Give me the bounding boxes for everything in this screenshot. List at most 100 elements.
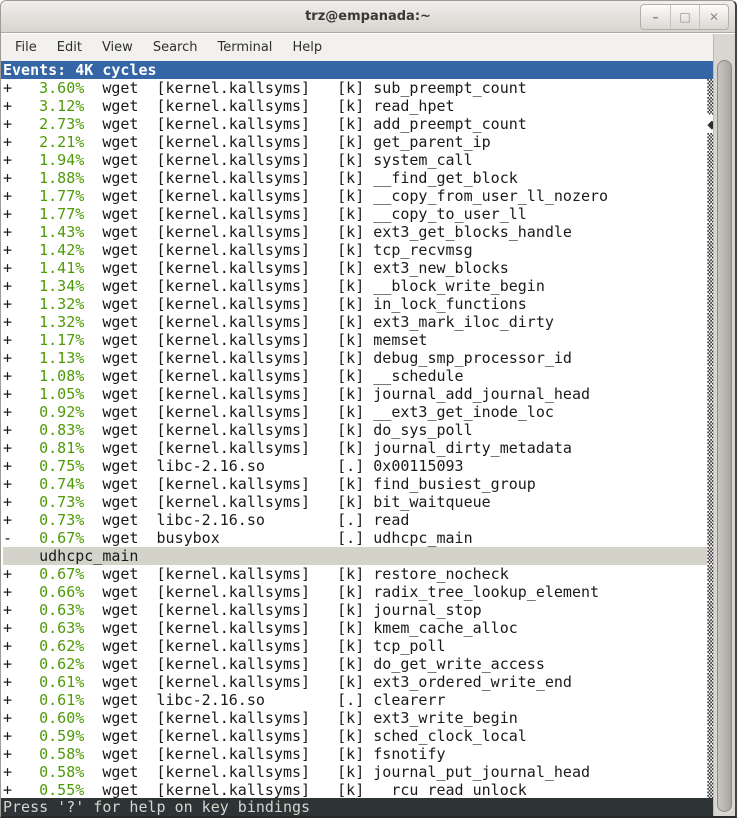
- table-row[interactable]: + 1.42% wget [kernel.kallsyms] [k] tcp_r…: [1, 241, 713, 259]
- table-row[interactable]: + 0.67% wget [kernel.kallsyms] [k] resto…: [1, 565, 713, 583]
- scrollbar-track[interactable]: [713, 34, 735, 816]
- table-row[interactable]: + 0.61% wget [kernel.kallsyms] [k] ext3_…: [1, 673, 713, 691]
- menu-item-view[interactable]: View: [92, 34, 143, 61]
- overhead-percent: 0.67%: [12, 529, 84, 547]
- table-row[interactable]: + 0.83% wget [kernel.kallsyms] [k] do_sy…: [1, 421, 713, 439]
- table-row[interactable]: + 0.81% wget [kernel.kallsyms] [k] journ…: [1, 439, 713, 457]
- expand-marker: +: [3, 727, 12, 745]
- row-line: + 1.43% wget [kernel.kallsyms] [k] ext3_…: [3, 223, 707, 241]
- row-line: + 0.66% wget [kernel.kallsyms] [k] radix…: [3, 583, 707, 601]
- table-row[interactable]: + 1.94% wget [kernel.kallsyms] [k] syste…: [1, 151, 713, 169]
- row-detail: wget [kernel.kallsyms] [k] __ext3_get_in…: [84, 403, 707, 421]
- table-row[interactable]: + 0.58% wget [kernel.kallsyms] [k] journ…: [1, 763, 713, 781]
- table-row[interactable]: + 0.62% wget [kernel.kallsyms] [k] do_ge…: [1, 655, 713, 673]
- overhead-percent: 0.60%: [12, 709, 84, 727]
- menu-item-search[interactable]: Search: [143, 34, 208, 61]
- expand-marker: +: [3, 439, 12, 457]
- menu-item-help[interactable]: Help: [282, 34, 332, 61]
- table-row[interactable]: + 0.63% wget [kernel.kallsyms] [k] journ…: [1, 601, 713, 619]
- title-bar[interactable]: trz@empanada:~ – □ ✕: [1, 1, 735, 33]
- row-detail: wget [kernel.kallsyms] [k] sched_clock_l…: [84, 727, 707, 745]
- overhead-percent: 1.43%: [12, 223, 84, 241]
- table-row[interactable]: + 1.17% wget [kernel.kallsyms] [k] memse…: [1, 331, 713, 349]
- table-row[interactable]: + 2.73% wget [kernel.kallsyms] [k] add_p…: [1, 115, 713, 133]
- table-row[interactable]: + 1.41% wget [kernel.kallsyms] [k] ext3_…: [1, 259, 713, 277]
- row-detail: wget [kernel.kallsyms] [k] memset: [84, 331, 707, 349]
- row-detail: wget [kernel.kallsyms] [k] restore_noche…: [84, 565, 707, 583]
- row-detail: wget [kernel.kallsyms] [k] tcp_recvmsg: [84, 241, 707, 259]
- overhead-percent: 0.62%: [12, 655, 84, 673]
- table-row[interactable]: + 0.60% wget [kernel.kallsyms] [k] ext3_…: [1, 709, 713, 727]
- table-row[interactable]: + 0.63% wget [kernel.kallsyms] [k] kmem_…: [1, 619, 713, 637]
- table-row[interactable]: + 0.66% wget [kernel.kallsyms] [k] radix…: [1, 583, 713, 601]
- overhead-percent: 0.92%: [12, 403, 84, 421]
- menu-item-terminal[interactable]: Terminal: [207, 34, 282, 61]
- overhead-percent: 0.73%: [12, 493, 84, 511]
- overhead-percent: 3.12%: [12, 97, 84, 115]
- table-row[interactable]: + 1.43% wget [kernel.kallsyms] [k] ext3_…: [1, 223, 713, 241]
- overhead-percent: 2.21%: [12, 133, 84, 151]
- row-detail: wget [kernel.kallsyms] [k] __find_get_bl…: [84, 169, 707, 187]
- expand-marker: +: [3, 223, 12, 241]
- table-row[interactable]: + 0.62% wget [kernel.kallsyms] [k] tcp_p…: [1, 637, 713, 655]
- overhead-percent: 1.94%: [12, 151, 84, 169]
- overhead-percent: 1.34%: [12, 277, 84, 295]
- row-detail: wget [kernel.kallsyms] [k] journal_add_j…: [84, 385, 707, 403]
- overhead-percent: 0.58%: [12, 763, 84, 781]
- table-row[interactable]: + 1.88% wget [kernel.kallsyms] [k] __fin…: [1, 169, 713, 187]
- table-row[interactable]: + 0.58% wget [kernel.kallsyms] [k] fsnot…: [1, 745, 713, 763]
- table-row[interactable]: + 0.55% wget [kernel.kallsyms] [k] __rcu…: [1, 781, 713, 799]
- callchain-row[interactable]: udhcpc_main ▒: [1, 547, 713, 565]
- overhead-percent: 1.41%: [12, 259, 84, 277]
- table-row[interactable]: + 0.92% wget [kernel.kallsyms] [k] __ext…: [1, 403, 713, 421]
- row-line: udhcpc_main: [3, 547, 707, 565]
- expand-marker: +: [3, 367, 12, 385]
- row-detail: wget [kernel.kallsyms] [k] journal_dirty…: [84, 439, 707, 457]
- overhead-percent: 0.62%: [12, 637, 84, 655]
- expand-marker: +: [3, 655, 12, 673]
- menu-item-edit[interactable]: Edit: [47, 34, 92, 61]
- scrollbar-thumb[interactable]: [717, 60, 732, 812]
- maximize-button[interactable]: □: [670, 5, 699, 29]
- table-row[interactable]: + 1.77% wget [kernel.kallsyms] [k] __cop…: [1, 187, 713, 205]
- row-line: + 3.12% wget [kernel.kallsyms] [k] read_…: [3, 97, 707, 115]
- row-line: + 1.34% wget [kernel.kallsyms] [k] __blo…: [3, 277, 707, 295]
- menu-item-file[interactable]: File: [5, 34, 47, 61]
- table-row[interactable]: + 1.08% wget [kernel.kallsyms] [k] __sch…: [1, 367, 713, 385]
- row-line: + 1.42% wget [kernel.kallsyms] [k] tcp_r…: [3, 241, 707, 259]
- close-icon: ✕: [709, 10, 719, 24]
- table-row[interactable]: + 2.21% wget [kernel.kallsyms] [k] get_p…: [1, 133, 713, 151]
- table-row[interactable]: + 0.73% wget [kernel.kallsyms] [k] bit_w…: [1, 493, 713, 511]
- overhead-percent: 1.77%: [12, 187, 84, 205]
- row-detail: wget [kernel.kallsyms] [k] ext3_write_be…: [84, 709, 707, 727]
- table-row[interactable]: + 0.74% wget [kernel.kallsyms] [k] find_…: [1, 475, 713, 493]
- close-button[interactable]: ✕: [699, 5, 728, 29]
- expand-marker: +: [3, 277, 12, 295]
- row-detail: wget [kernel.kallsyms] [k] kmem_cache_al…: [84, 619, 707, 637]
- table-row[interactable]: - 0.67% wget busybox [.] udhcpc_main ▒: [1, 529, 713, 547]
- row-detail: wget [kernel.kallsyms] [k] __block_write…: [84, 277, 707, 295]
- table-row[interactable]: + 0.61% wget libc-2.16.so [.] clearerr ▒: [1, 691, 713, 709]
- table-row[interactable]: + 3.12% wget [kernel.kallsyms] [k] read_…: [1, 97, 713, 115]
- minimize-icon: –: [653, 10, 659, 24]
- table-row[interactable]: + 1.32% wget [kernel.kallsyms] [k] ext3_…: [1, 313, 713, 331]
- table-row[interactable]: + 1.05% wget [kernel.kallsyms] [k] journ…: [1, 385, 713, 403]
- row-detail: wget [kernel.kallsyms] [k] debug_smp_pro…: [84, 349, 707, 367]
- row-detail: wget [kernel.kallsyms] [k] do_get_write_…: [84, 655, 707, 673]
- table-row[interactable]: + 1.34% wget [kernel.kallsyms] [k] __blo…: [1, 277, 713, 295]
- table-row[interactable]: + 1.32% wget [kernel.kallsyms] [k] in_lo…: [1, 295, 713, 313]
- overhead-percent: 0.59%: [12, 727, 84, 745]
- table-row[interactable]: + 0.59% wget [kernel.kallsyms] [k] sched…: [1, 727, 713, 745]
- minimize-button[interactable]: –: [641, 5, 670, 29]
- overhead-percent: 1.42%: [12, 241, 84, 259]
- menu-bar: FileEditViewSearchTerminalHelp: [1, 34, 713, 61]
- table-row[interactable]: + 0.73% wget libc-2.16.so [.] read ▒: [1, 511, 713, 529]
- table-row[interactable]: + 1.13% wget [kernel.kallsyms] [k] debug…: [1, 349, 713, 367]
- table-row[interactable]: + 1.77% wget [kernel.kallsyms] [k] __cop…: [1, 205, 713, 223]
- row-line: + 0.60% wget [kernel.kallsyms] [k] ext3_…: [3, 709, 707, 727]
- table-row[interactable]: + 0.75% wget libc-2.16.so [.] 0x00115093…: [1, 457, 713, 475]
- expand-marker: -: [3, 529, 12, 547]
- table-row[interactable]: + 3.60% wget [kernel.kallsyms] [k] sub_p…: [1, 79, 713, 97]
- overhead-percent: 1.05%: [12, 385, 84, 403]
- expand-marker: +: [3, 763, 12, 781]
